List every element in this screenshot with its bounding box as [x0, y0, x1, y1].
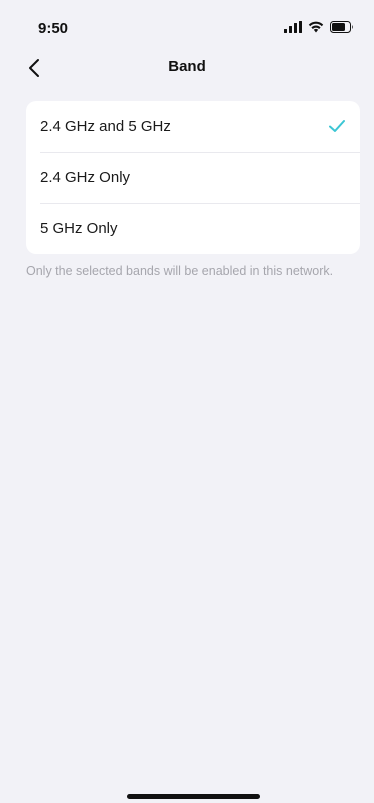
- band-options-list: 2.4 GHz and 5 GHz 2.4 GHz Only 5 GHz Onl…: [26, 101, 360, 254]
- battery-icon: [330, 21, 353, 33]
- band-option-label: 2.4 GHz and 5 GHz: [40, 118, 171, 135]
- band-option-dual[interactable]: 2.4 GHz and 5 GHz: [26, 101, 360, 152]
- band-footnote: Only the selected bands will be enabled …: [26, 264, 334, 278]
- band-option-label: 5 GHz Only: [40, 220, 118, 237]
- page-title: Band: [168, 58, 206, 75]
- band-settings-screen: 9:50 Band 2.4 GHz and 5 GHz 2.4 GHz Only…: [0, 0, 374, 803]
- status-time: 9:50: [38, 20, 69, 37]
- band-option-5ghz[interactable]: 5 GHz Only: [26, 203, 360, 254]
- status-icons: [284, 21, 354, 33]
- home-indicator[interactable]: [127, 794, 260, 799]
- band-option-label: 2.4 GHz Only: [40, 169, 131, 186]
- wifi-icon: [308, 21, 324, 33]
- band-option-2-4ghz[interactable]: 2.4 GHz Only: [26, 152, 360, 203]
- signal-icon: [284, 21, 302, 33]
- status-bar: 9:50: [0, 0, 374, 44]
- checkmark-icon: [329, 120, 345, 132]
- navigation-bar: Band: [0, 48, 374, 88]
